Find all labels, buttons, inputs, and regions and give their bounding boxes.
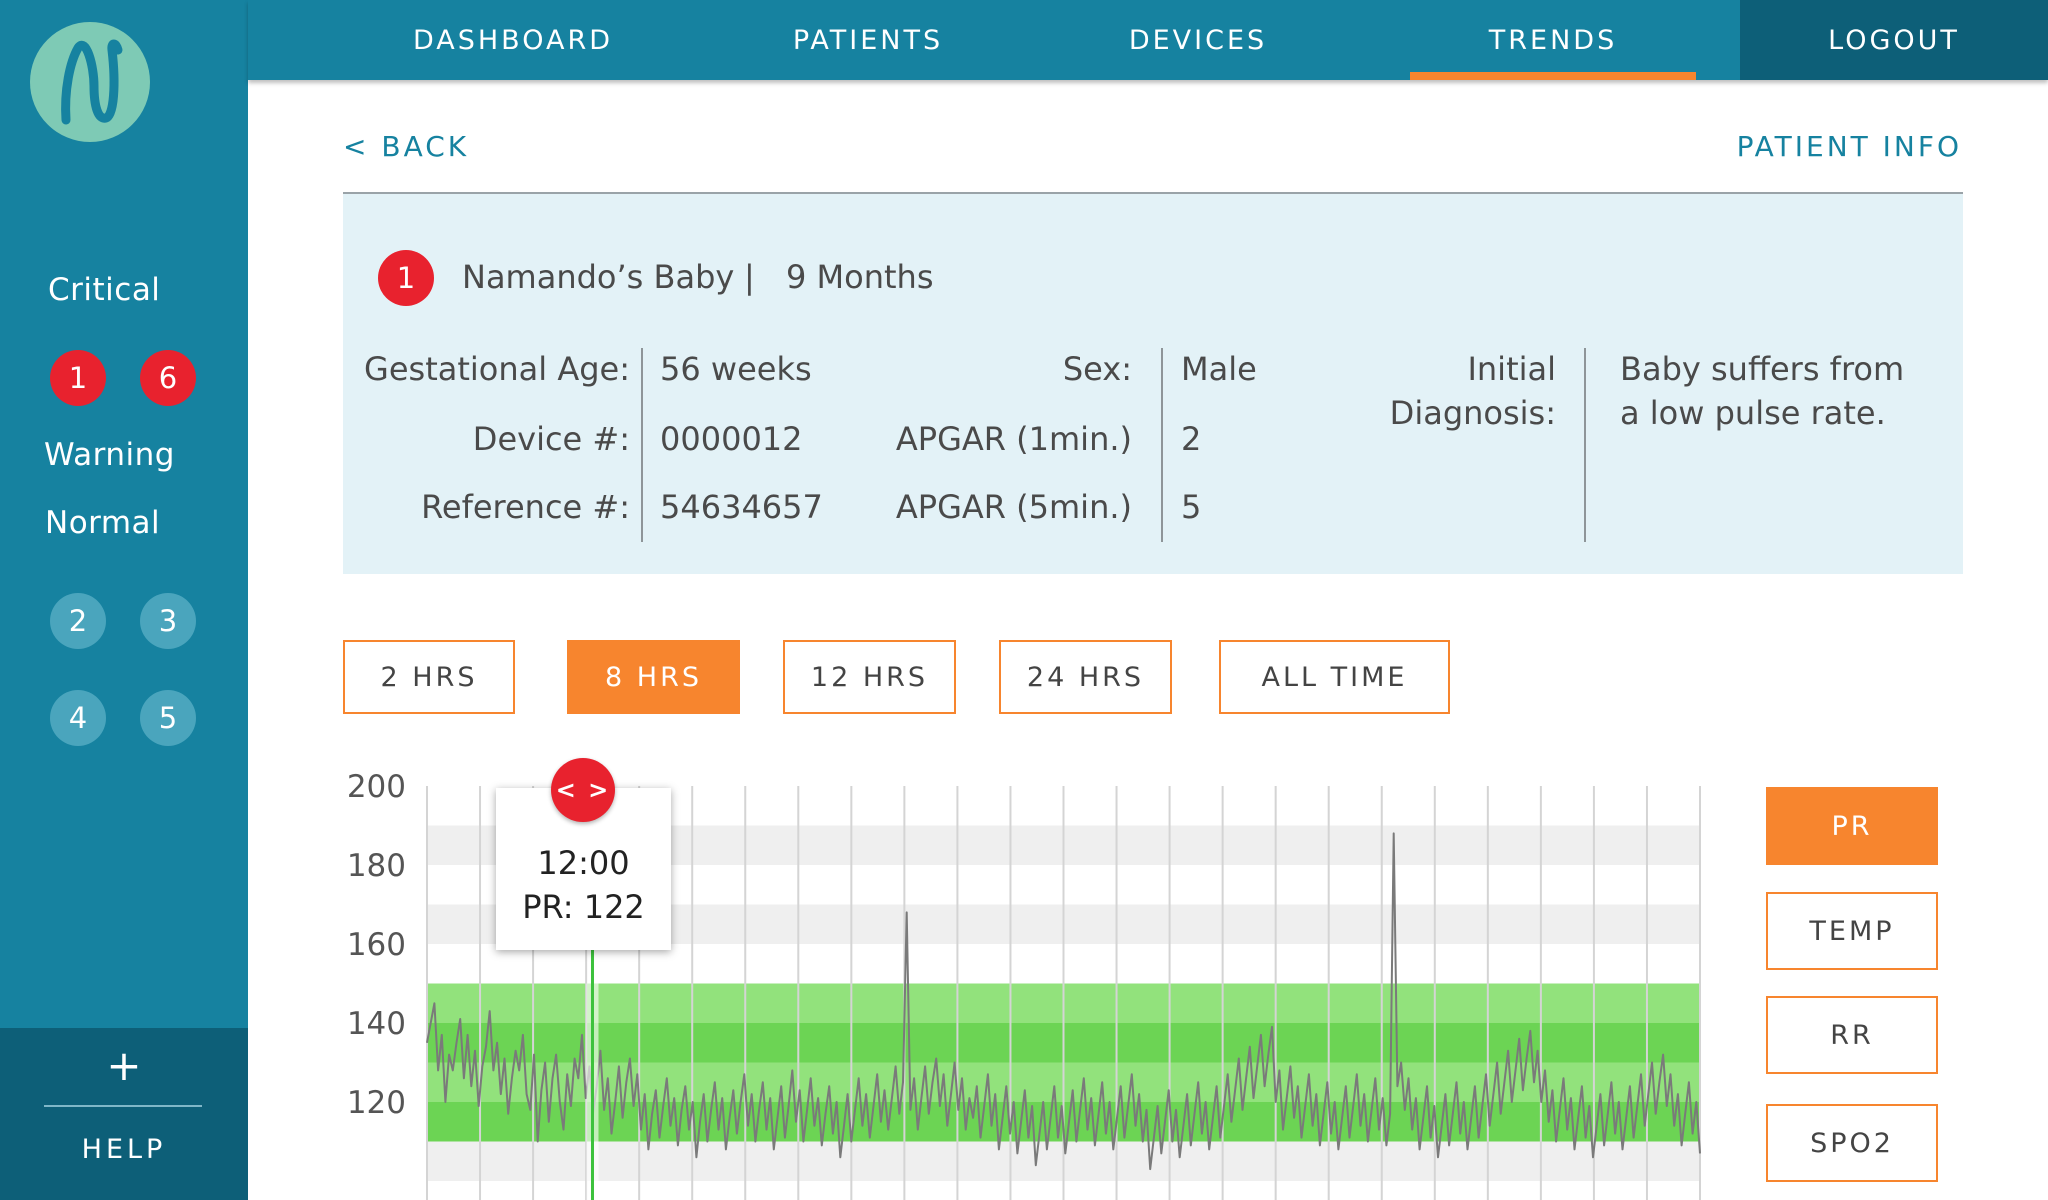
column-divider: [1161, 348, 1163, 542]
range-8hrs-button[interactable]: 8 HRS: [567, 640, 740, 714]
nav-label: DASHBOARD: [412, 24, 614, 56]
initial-diagnosis-label: Diagnosis:: [1389, 394, 1556, 432]
sidebar: Critical 1 6 Warning Normal 2 3 4 5 + HE…: [0, 0, 248, 1200]
range-all-time-button[interactable]: ALL TIME: [1219, 640, 1450, 714]
normal-patient-badge[interactable]: 3: [140, 593, 196, 649]
logout-button[interactable]: LOGOUT: [1740, 0, 2048, 80]
active-tab-indicator: [1410, 72, 1696, 80]
gestational-age-label: Gestational Age:: [364, 350, 630, 388]
patient-age: 9 Months: [786, 258, 934, 296]
column-divider: [1584, 348, 1586, 542]
nav-devices[interactable]: DEVICES: [1108, 0, 1288, 80]
name-separator: |: [744, 258, 755, 296]
y-tick-label: 180: [347, 848, 406, 884]
critical-label: Critical: [48, 272, 161, 308]
column-divider: [641, 348, 643, 542]
metric-rr-button[interactable]: RR: [1766, 996, 1938, 1074]
sex-value: Male: [1181, 350, 1257, 388]
y-tick-label: 120: [347, 1085, 406, 1121]
warning-label: Warning: [44, 437, 175, 473]
device-number-value: 0000012: [660, 420, 803, 458]
nav-dashboard[interactable]: DASHBOARD: [408, 0, 618, 80]
wave-n-logo-icon[interactable]: [28, 20, 152, 144]
alert-badge: 1: [378, 250, 434, 306]
tooltip-value: PR: 122: [522, 888, 645, 926]
metric-pr-button[interactable]: PR: [1766, 787, 1938, 865]
normal-label: Normal: [45, 505, 161, 541]
nav-label: PATIENTS: [792, 24, 944, 56]
nav-label: DEVICES: [1128, 24, 1268, 56]
apgar-5min-label: APGAR (5min.): [895, 488, 1132, 526]
top-nav: DASHBOARD PATIENTS DEVICES TRENDS LOGOUT: [248, 0, 2048, 80]
apgar-5min-value: 5: [1181, 488, 1202, 526]
patient-info-link[interactable]: PATIENT INFO: [1737, 130, 1962, 163]
device-number-label: Device #:: [472, 420, 630, 458]
range-2hrs-button[interactable]: 2 HRS: [343, 640, 515, 714]
plus-icon[interactable]: +: [0, 1038, 248, 1094]
normal-patient-badge[interactable]: 4: [50, 690, 106, 746]
nav-label: TRENDS: [1488, 24, 1618, 56]
apgar-1min-value: 2: [1181, 420, 1202, 458]
range-12hrs-button[interactable]: 12 HRS: [783, 640, 956, 714]
critical-patient-badge[interactable]: 6: [140, 350, 196, 406]
metric-temp-button[interactable]: TEMP: [1766, 892, 1938, 970]
patient-name: Namando’s Baby: [462, 258, 735, 296]
y-tick-label: 140: [347, 1006, 406, 1042]
reference-number-value: 54634657: [660, 488, 823, 526]
help-button[interactable]: HELP: [0, 1134, 248, 1165]
critical-patient-badge[interactable]: 1: [50, 350, 106, 406]
apgar-1min-label: APGAR (1min.): [895, 420, 1132, 458]
help-divider: [44, 1105, 202, 1107]
nav-trends[interactable]: TRENDS: [1410, 0, 1696, 80]
initial-diagnosis-label: Initial: [1467, 350, 1556, 388]
sex-label: Sex:: [1062, 350, 1132, 388]
scrub-handle-icon[interactable]: < >: [551, 758, 615, 822]
metric-spo2-button[interactable]: SPO2: [1766, 1104, 1938, 1182]
back-link[interactable]: < BACK: [343, 130, 469, 163]
normal-patient-badge[interactable]: 5: [140, 690, 196, 746]
reference-number-label: Reference #:: [421, 488, 630, 526]
gestational-age-value: 56 weeks: [660, 350, 812, 388]
range-24hrs-button[interactable]: 24 HRS: [999, 640, 1172, 714]
y-tick-label: 200: [347, 770, 406, 805]
nav-patients[interactable]: PATIENTS: [768, 0, 968, 80]
logout-label: LOGOUT: [1828, 24, 1960, 56]
tooltip-time: 12:00: [537, 844, 630, 882]
initial-diagnosis-value: a low pulse rate.: [1620, 394, 1886, 432]
y-tick-label: 160: [347, 927, 406, 963]
normal-patient-badge[interactable]: 2: [50, 593, 106, 649]
initial-diagnosis-value: Baby suffers from: [1620, 350, 1905, 388]
